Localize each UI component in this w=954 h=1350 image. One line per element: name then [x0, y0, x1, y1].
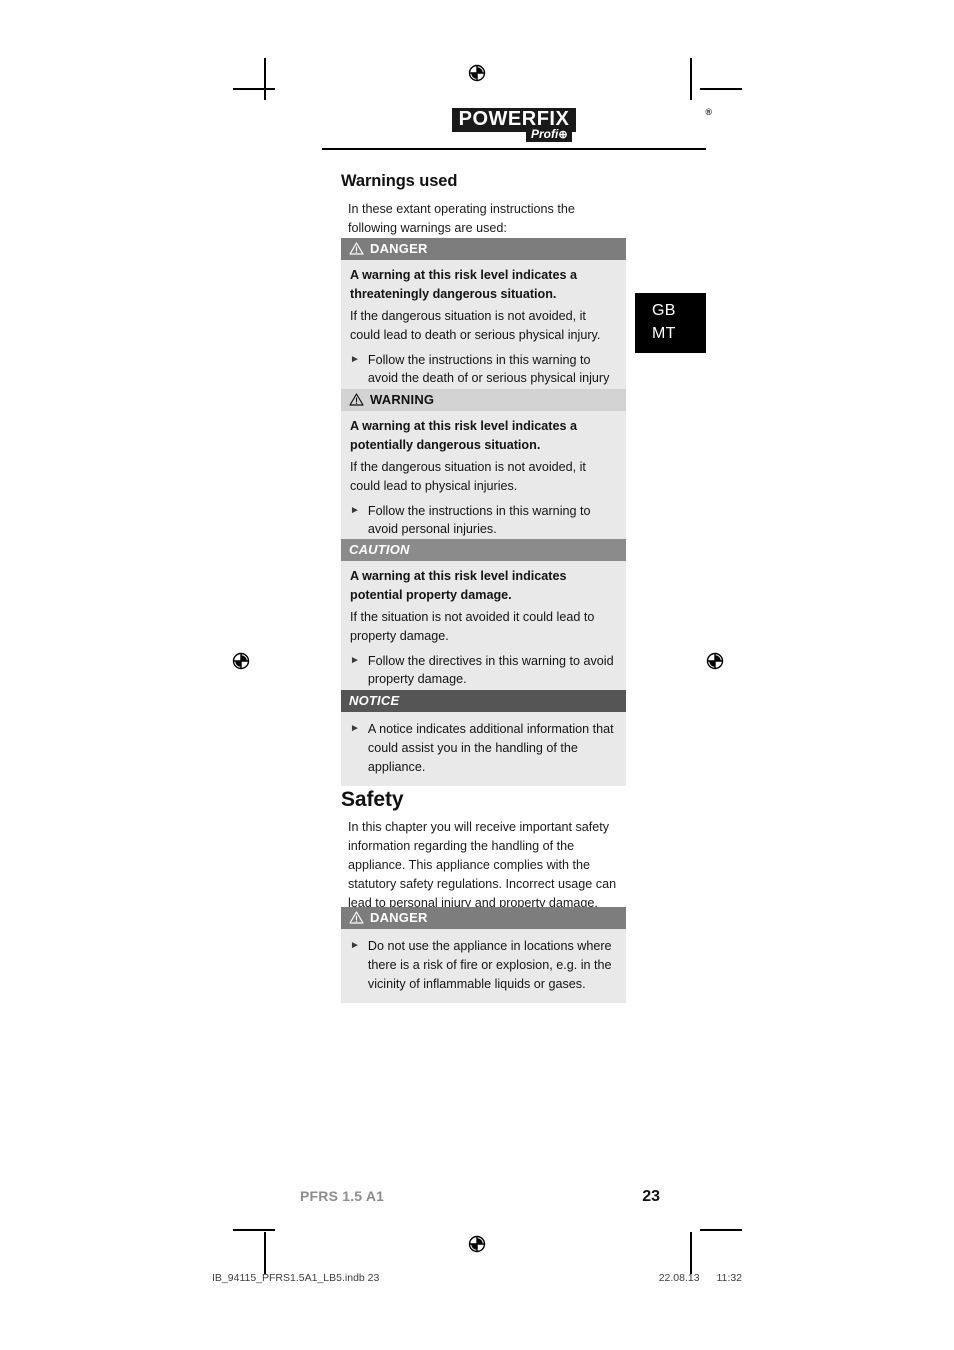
section-title-warnings-used: Warnings used	[341, 172, 458, 190]
warning-box-header-warning: WARNING	[341, 389, 626, 411]
warning-box-header-danger-safety: DANGER	[341, 907, 626, 929]
footer-model-number: PFRS 1.5 A1	[300, 1188, 385, 1204]
masthead-divider	[322, 148, 706, 150]
warning-box-bullet-text-warning: Follow the instructions in this warning …	[367, 503, 591, 537]
warning-box-header-notice: NOTICE	[341, 690, 626, 712]
warning-box-body-warning: A warning at this risk level indicates a…	[341, 411, 626, 549]
warning-box-bullet-text-caution: Follow the directives in this warning to…	[367, 653, 614, 687]
warning-box-header-caution: CAUTION	[341, 539, 626, 561]
registration-mark-right	[702, 648, 728, 674]
crop-mark-top-left-horizontal	[233, 88, 275, 90]
warning-box-lead-danger: A warning at this risk level indicates a…	[350, 268, 578, 301]
section-warnings-used: Warnings used	[341, 172, 626, 191]
crop-mark-bottom-left-horizontal	[233, 1229, 275, 1231]
logo-subbrand: Profi⊕	[526, 127, 572, 143]
warning-box-level-danger-safety: DANGER	[370, 910, 428, 925]
crop-mark-bottom-right-horizontal	[700, 1229, 742, 1231]
logo-subbrand-text: Profi	[531, 127, 559, 141]
document-page: POWERFIX ® Profi⊕ GB MT Warnings used In …	[0, 0, 954, 1350]
warning-triangle-icon	[349, 393, 364, 406]
warning-box-body-caution: A warning at this risk level indicates p…	[341, 561, 626, 699]
page-footer: PFRS 1.5 A1 23	[300, 1188, 660, 1206]
crop-mark-bottom-left-vertical	[264, 1232, 266, 1274]
print-slug-time: 11:32	[716, 1272, 743, 1284]
safety-intro-wrap: In this chapter you will receive importa…	[341, 818, 626, 912]
warning-box-warning: WARNING A warning at this risk level ind…	[341, 389, 626, 549]
warning-box-notice: NOTICE ► A notice indicates additional i…	[341, 690, 626, 786]
warning-box-level-warning: WARNING	[370, 392, 435, 407]
language-tab: GB MT	[635, 293, 706, 353]
warning-box-text-danger: If the dangerous situation is not avoide…	[350, 308, 601, 342]
warning-box-level-caution: CAUTION	[349, 542, 410, 557]
warning-box-body-notice: ► A notice indicates additional informat…	[341, 712, 626, 786]
brand-masthead: POWERFIX ® Profi⊕	[322, 107, 712, 148]
warning-box-bullet-notice: ► A notice indicates additional informat…	[350, 720, 617, 777]
crop-mark-top-left-vertical	[264, 58, 266, 100]
registration-mark-bottom	[464, 1231, 490, 1257]
warning-box-level-notice: NOTICE	[349, 693, 400, 708]
warning-box-bullet-danger-safety: ► Do not use the appliance in locations …	[350, 937, 617, 994]
warning-box-danger-safety: DANGER ► Do not use the appliance in loc…	[341, 907, 626, 1003]
bullet-arrow-icon: ►	[350, 940, 360, 951]
footer-page-number: 23	[642, 1188, 660, 1205]
warning-box-text-warning: If the dangerous situation is not avoide…	[350, 459, 586, 493]
warning-box-level-danger: DANGER	[370, 241, 428, 256]
registration-mark-left	[228, 648, 254, 674]
bullet-arrow-icon: ►	[350, 504, 360, 516]
warning-box-body-danger-safety: ► Do not use the appliance in locations …	[341, 929, 626, 1003]
warning-box-bullet-text-danger-safety: Do not use the appliance in locations wh…	[367, 939, 612, 991]
print-slug-timestamp: 22.08.13 11:32	[645, 1272, 742, 1284]
warning-box-header-danger: DANGER	[341, 238, 626, 260]
print-slug-date: 22.08.13	[658, 1272, 700, 1284]
crop-mark-top-right-horizontal	[700, 88, 742, 90]
warning-triangle-icon	[349, 242, 364, 255]
bullet-arrow-icon: ►	[350, 723, 360, 734]
warning-triangle-icon	[349, 911, 364, 924]
language-tab-line-gb: GB	[652, 302, 676, 319]
print-slug-filename: IB_94115_PFRS1.5A1_LB5.indb 23	[212, 1272, 380, 1284]
warnings-used-intro: In these extant operating instructions t…	[348, 202, 575, 235]
warning-box-lead-warning: A warning at this risk level indicates a…	[350, 419, 578, 452]
section-title-safety: Safety	[341, 788, 404, 811]
registration-mark-top	[464, 60, 490, 86]
warning-box-text-caution: If the situation is not avoided it could…	[350, 609, 595, 643]
warning-box-bullet-warning: ► Follow the instructions in this warnin…	[350, 502, 617, 540]
powerfix-logo: POWERFIX ® Profi⊕	[322, 107, 712, 148]
warnings-used-intro-wrap: In these extant operating instructions t…	[341, 200, 626, 238]
warning-box-caution: CAUTION A warning at this risk level ind…	[341, 539, 626, 699]
section-safety: Safety	[341, 788, 626, 812]
warning-box-bullet-text-notice: A notice indicates additional informatio…	[367, 722, 614, 774]
crop-mark-top-right-vertical	[690, 58, 692, 100]
warning-box-lead-caution: A warning at this risk level indicates p…	[350, 569, 567, 602]
print-slug: IB_94115_PFRS1.5A1_LB5.indb 23 22.08.13 …	[212, 1272, 742, 1284]
plus-circle-icon: ⊕	[558, 129, 568, 141]
crop-mark-bottom-right-vertical	[690, 1232, 692, 1274]
language-tab-line-mt: MT	[652, 324, 676, 342]
bullet-arrow-icon: ►	[350, 654, 360, 666]
warning-box-bullet-caution: ► Follow the directives in this warning …	[350, 652, 617, 690]
registered-trademark-icon: ®	[705, 107, 712, 117]
safety-intro: In this chapter you will receive importa…	[348, 820, 617, 910]
